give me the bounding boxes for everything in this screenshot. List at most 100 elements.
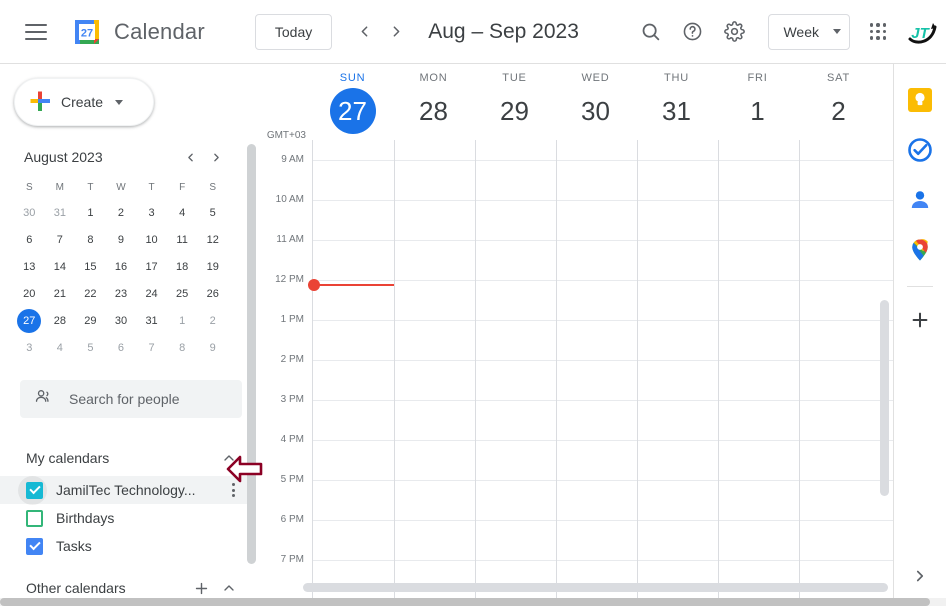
mini-calendar-prev-button[interactable] [178,145,202,169]
day-column-separator [637,140,638,606]
day-column-header[interactable]: SUN 27 [312,70,393,134]
mini-calendar-day[interactable]: 28 [48,309,72,333]
chevron-right-icon[interactable] [906,562,934,590]
page-horizontal-scrollbar[interactable] [0,598,946,606]
calendar-list-item[interactable]: Tasks [0,532,256,560]
mini-calendar-day-today[interactable]: 27 [17,309,42,333]
mini-calendar-day[interactable]: 30 [17,201,41,225]
day-number[interactable]: 30 [555,88,636,134]
other-calendars-title: Other calendars [26,580,126,596]
search-icon[interactable] [630,12,670,52]
mini-calendar-day[interactable]: 2 [201,309,225,333]
mini-calendar-day[interactable]: 9 [109,228,133,252]
current-time-indicator-line [313,284,394,286]
day-column-header[interactable]: FRI 1 [717,70,798,134]
day-number[interactable]: 29 [474,88,555,134]
mini-calendar-day[interactable]: 17 [140,255,164,279]
mini-calendar-day[interactable]: 10 [140,228,164,252]
mini-calendar-day[interactable]: 5 [78,336,102,360]
keep-lightbulb-icon[interactable] [906,86,934,114]
tasks-check-icon[interactable] [906,136,934,164]
maps-pin-icon[interactable] [906,236,934,264]
chevron-up-icon[interactable] [216,445,242,471]
gear-icon[interactable] [714,12,754,52]
mini-calendar-day[interactable]: 4 [170,201,194,225]
day-column-header[interactable]: TUE 29 [474,70,555,134]
today-button[interactable]: Today [254,13,333,50]
mini-calendar-day[interactable]: 7 [140,336,164,360]
mini-calendar-day[interactable]: 2 [109,201,133,225]
mini-calendar-day[interactable]: 3 [140,201,164,225]
my-calendars-header[interactable]: My calendars [0,440,256,476]
mini-calendar-day[interactable]: 22 [78,282,102,306]
mini-calendar-day[interactable]: 4 [48,336,72,360]
mini-calendar-day[interactable]: 20 [17,282,41,306]
day-column-header[interactable]: WED 30 [555,70,636,134]
mini-calendar-day[interactable]: 11 [170,228,194,252]
mini-calendar-day[interactable]: 1 [170,309,194,333]
apps-grid-icon[interactable] [858,12,898,52]
mini-calendar-day[interactable]: 21 [48,282,72,306]
next-period-button[interactable] [380,16,412,48]
mini-calendar: August 2023 S M T W T F S 30 31 1 2 3 4 5 6 7 8 9 10 11 12 13… [14,144,228,360]
avatar[interactable]: JT [902,13,940,51]
mini-calendar-day[interactable]: 19 [201,255,225,279]
google-calendar-logo-icon[interactable]: 27 [70,15,104,49]
previous-period-button[interactable] [348,16,380,48]
mini-calendar-day[interactable]: 24 [140,282,164,306]
calendar-list-item[interactable]: JamilTec Technology... [0,475,256,505]
mini-calendar-day[interactable]: 30 [109,309,133,333]
mini-calendar-day[interactable]: 3 [17,336,41,360]
mini-calendar-day[interactable]: 7 [48,228,72,252]
mini-calendar-day-initial: S [209,182,217,193]
people-search-icon [34,387,53,411]
day-number[interactable]: 28 [393,88,474,134]
calendar-horizontal-scrollbar[interactable] [303,583,888,592]
mini-calendar-day[interactable]: 16 [109,255,133,279]
mini-calendar-day[interactable]: 1 [78,201,102,225]
hamburger-menu-icon[interactable] [12,8,60,56]
calendar-list-item[interactable]: Birthdays [0,504,256,532]
day-number[interactable]: 1 [717,88,798,134]
time-grid[interactable] [308,140,893,606]
mini-calendar-day[interactable]: 18 [170,255,194,279]
day-number[interactable]: 31 [636,88,717,134]
day-column-header[interactable]: THU 31 [636,70,717,134]
day-number[interactable]: 2 [798,88,879,134]
mini-calendar-day[interactable]: 6 [109,336,133,360]
mini-calendar-day[interactable]: 25 [170,282,194,306]
mini-calendar-day[interactable]: 31 [140,309,164,333]
search-for-people-input[interactable]: Search for people [20,380,242,418]
mini-calendar-day[interactable]: 6 [17,228,41,252]
day-number-today[interactable]: 27 [329,88,376,134]
mini-calendar-day[interactable]: 8 [78,228,102,252]
day-column-header[interactable]: SAT 2 [798,70,879,134]
my-calendars-actions [216,445,242,471]
calendar-visibility-checkbox[interactable] [26,537,43,555]
mini-calendar-day[interactable]: 14 [48,255,72,279]
mini-calendar-day[interactable]: 23 [109,282,133,306]
view-mode-select[interactable]: Week [768,13,850,50]
contacts-person-icon[interactable] [906,186,934,214]
mini-calendar-day[interactable]: 13 [17,255,41,279]
more-vertical-icon[interactable] [222,478,244,502]
calendar-vertical-scrollbar[interactable] [880,300,889,496]
help-circle-icon[interactable] [672,12,712,52]
mini-calendar-day[interactable]: 12 [201,228,225,252]
sidebar-vertical-scrollbar[interactable] [247,144,256,564]
calendar-visibility-checkbox[interactable] [26,509,43,527]
create-button[interactable]: Create [14,78,154,126]
mini-calendar-day-initial: M [55,182,65,193]
mini-calendar-day[interactable]: 29 [78,309,102,333]
mini-calendar-day[interactable]: 9 [201,336,225,360]
calendar-visibility-checkbox[interactable] [26,481,43,499]
plus-icon[interactable] [905,305,935,335]
current-date-range: Aug – Sep 2023 [428,19,579,43]
mini-calendar-day[interactable]: 26 [201,282,225,306]
mini-calendar-day[interactable]: 15 [78,255,102,279]
mini-calendar-day[interactable]: 31 [48,201,72,225]
mini-calendar-day[interactable]: 5 [201,201,225,225]
mini-calendar-day[interactable]: 8 [170,336,194,360]
mini-calendar-next-button[interactable] [204,145,228,169]
day-column-header[interactable]: MON 28 [393,70,474,134]
